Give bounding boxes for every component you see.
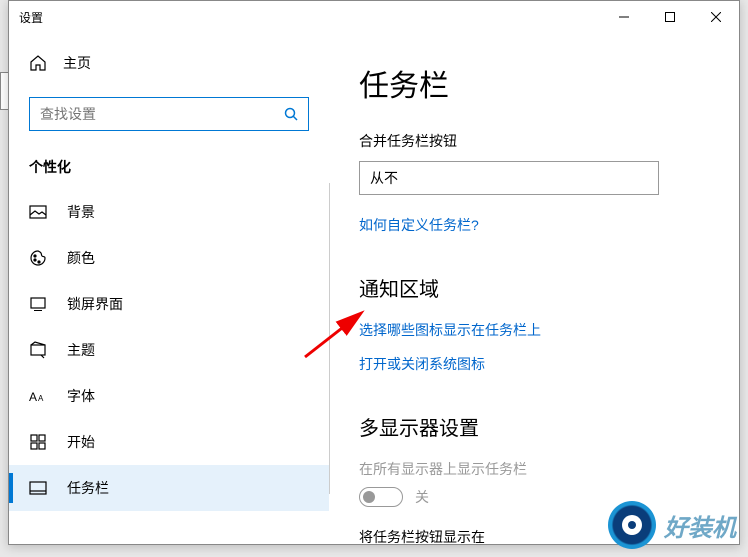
combine-value: 从不 bbox=[370, 168, 398, 188]
palette-icon bbox=[29, 249, 47, 267]
home-button[interactable]: 主页 bbox=[9, 43, 329, 83]
sidebar-item-label: 锁屏界面 bbox=[67, 294, 123, 314]
sidebar-item-colors[interactable]: 颜色 bbox=[9, 235, 329, 281]
sidebar-item-lockscreen[interactable]: 锁屏界面 bbox=[9, 281, 329, 327]
svg-text:A: A bbox=[29, 390, 37, 404]
sidebar-item-label: 任务栏 bbox=[67, 478, 109, 498]
start-icon bbox=[29, 433, 47, 451]
notification-heading: 通知区域 bbox=[359, 273, 709, 302]
background-tab-edge bbox=[0, 72, 8, 110]
multi-heading: 多显示器设置 bbox=[359, 412, 709, 441]
close-button[interactable] bbox=[693, 1, 739, 33]
lockscreen-icon bbox=[29, 295, 47, 313]
combine-select[interactable]: 从不 bbox=[359, 161, 659, 195]
watermark-icon bbox=[608, 501, 656, 549]
window-controls bbox=[601, 1, 739, 33]
watermark: 好装机 bbox=[608, 501, 736, 549]
window-title: 设置 bbox=[19, 9, 601, 26]
window-body: 主页 个性化 背景 bbox=[9, 33, 739, 544]
svg-text:A: A bbox=[38, 394, 44, 403]
page-title: 任务栏 bbox=[359, 61, 709, 105]
font-icon: AA bbox=[29, 387, 47, 405]
select-icons-link[interactable]: 选择哪些图标显示在任务栏上 bbox=[359, 320, 541, 340]
combine-label: 合并任务栏按钮 bbox=[359, 131, 709, 151]
sidebar-item-label: 颜色 bbox=[67, 248, 95, 268]
sidebar-item-label: 背景 bbox=[67, 202, 95, 222]
sidebar-section-title: 个性化 bbox=[9, 151, 329, 189]
sidebar-item-label: 字体 bbox=[67, 386, 95, 406]
sidebar-item-fonts[interactable]: AA 字体 bbox=[9, 373, 329, 419]
theme-icon bbox=[29, 341, 47, 359]
taskbar-icon bbox=[29, 479, 47, 497]
multi-toggle[interactable] bbox=[359, 487, 403, 507]
search-wrap bbox=[29, 97, 309, 131]
search-icon bbox=[284, 107, 298, 121]
multi-show-label: 在所有显示器上显示任务栏 bbox=[359, 459, 709, 479]
system-icons-link[interactable]: 打开或关闭系统图标 bbox=[359, 354, 485, 374]
settings-window: 设置 主页 bbox=[8, 0, 740, 545]
minimize-button[interactable] bbox=[601, 1, 647, 33]
home-label: 主页 bbox=[63, 53, 91, 73]
sidebar-item-start[interactable]: 开始 bbox=[9, 419, 329, 465]
sidebar: 主页 个性化 背景 bbox=[9, 33, 329, 544]
watermark-text: 好装机 bbox=[664, 508, 736, 543]
picture-icon bbox=[29, 203, 47, 221]
titlebar: 设置 bbox=[9, 1, 739, 33]
toggle-knob bbox=[363, 491, 375, 503]
sidebar-item-themes[interactable]: 主题 bbox=[9, 327, 329, 373]
main-content: 任务栏 合并任务栏按钮 从不 如何自定义任务栏? 通知区域 选择哪些图标显示在任… bbox=[329, 33, 739, 544]
home-icon bbox=[29, 54, 47, 72]
search-field[interactable] bbox=[40, 106, 284, 122]
sidebar-item-background[interactable]: 背景 bbox=[9, 189, 329, 235]
sidebar-item-taskbar[interactable]: 任务栏 bbox=[9, 465, 329, 511]
sidebar-item-label: 主题 bbox=[67, 340, 95, 360]
search-input[interactable] bbox=[29, 97, 309, 131]
sidebar-item-label: 开始 bbox=[67, 432, 95, 452]
customize-link[interactable]: 如何自定义任务栏? bbox=[359, 215, 479, 235]
maximize-button[interactable] bbox=[647, 1, 693, 33]
toggle-state: 关 bbox=[415, 487, 429, 507]
